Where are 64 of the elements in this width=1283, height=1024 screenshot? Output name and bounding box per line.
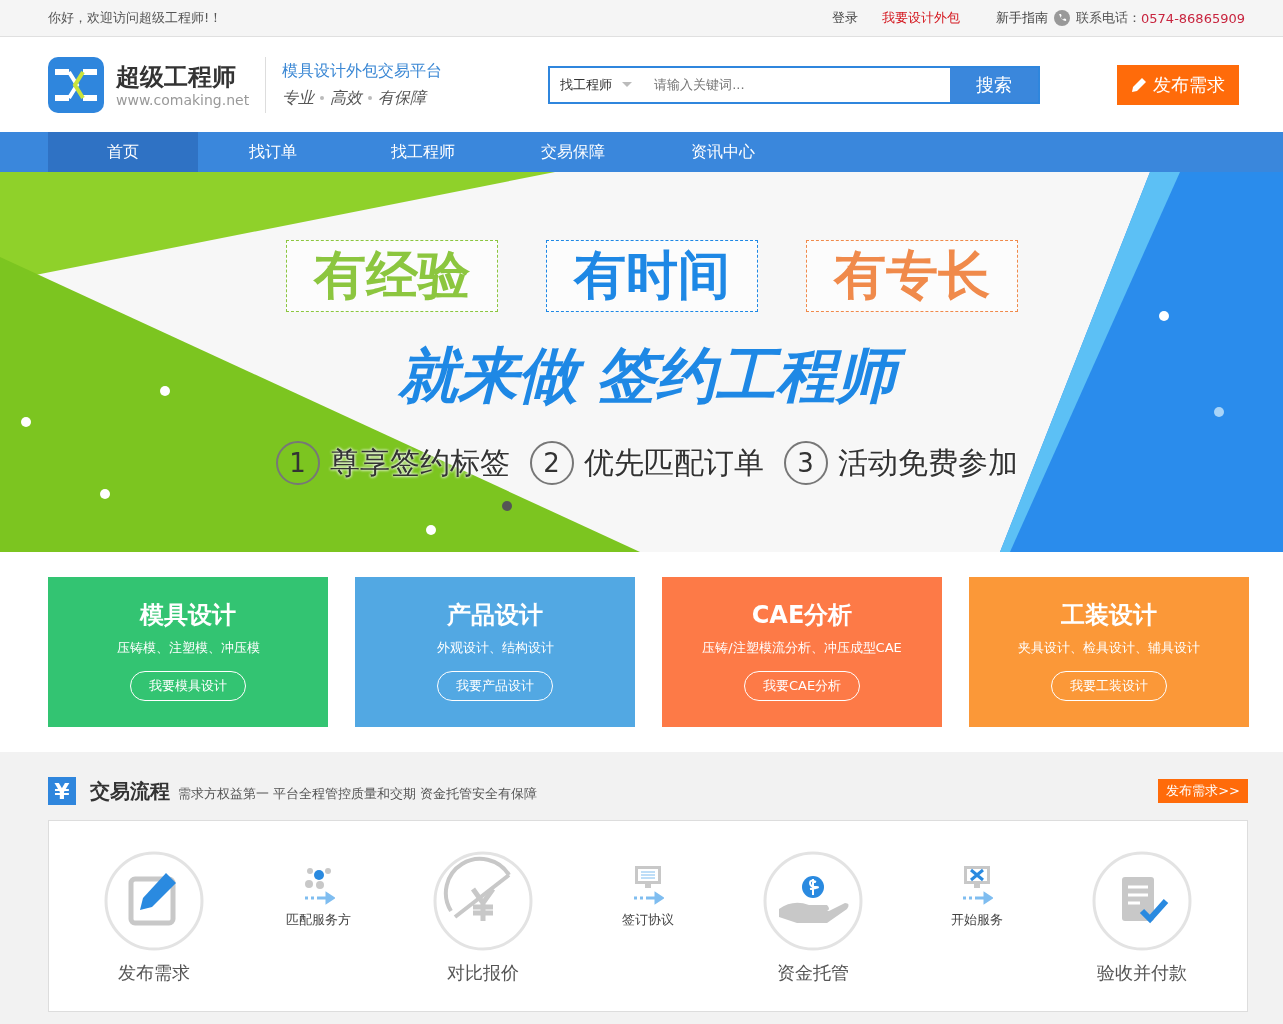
phone-icon — [1054, 10, 1071, 26]
tools-screen-arrow-icon — [961, 865, 994, 907]
dot-separator-icon — [368, 96, 373, 100]
card-subtitle: 压铸/注塑模流分析、冲压成型CAE — [702, 639, 902, 657]
welcome-text: 你好，欢迎访问超级工程师!！ — [48, 9, 223, 27]
banner-headline: 签约工程师 — [591, 332, 910, 423]
step-label: 资金托管 — [776, 961, 849, 985]
post-request-button[interactable]: 发布需求 — [1117, 64, 1240, 105]
top-link[interactable]: 新手指南 — [996, 9, 1049, 27]
hand-coin-icon — [762, 851, 863, 951]
top-link[interactable]: 我要设计外包 — [882, 9, 961, 27]
phone-number: 0574-86865909 — [1141, 10, 1245, 26]
benefit-text: 优先匹配订单 — [583, 443, 764, 482]
card-subtitle: 夹具设计、检具设计、辅具设计 — [1018, 639, 1200, 657]
card-subtitle: 压铸模、注塑模、冲压模 — [116, 639, 260, 657]
people-arrow-icon — [302, 865, 335, 907]
benefit-text: 尊享签约标签 — [329, 443, 510, 482]
step-label: 发布需求 — [118, 961, 190, 985]
slogan: 模具设计外包交易平台 — [282, 60, 443, 82]
pencil-icon — [1131, 76, 1148, 93]
banner-tag: 有专长 — [805, 240, 1018, 312]
monitor-arrow-icon — [631, 865, 664, 907]
carousel-dot[interactable] — [501, 501, 512, 511]
logo-icon — [48, 56, 104, 113]
nav-item[interactable]: 找订单 — [198, 132, 348, 172]
yen-gauge-icon — [433, 851, 534, 951]
dot-separator-icon — [320, 96, 325, 100]
step-label: 验收并付款 — [1096, 961, 1187, 985]
banner-headline: 就来做 — [393, 332, 592, 423]
nav-item[interactable]: 找工程师 — [348, 132, 498, 172]
card-title: 模具设计 — [140, 600, 236, 631]
step-label: 匹配服务方 — [286, 911, 352, 929]
section-subtitle: 需求方权益第一 平台全程管控质量和交期 资金托管安全有保障 — [178, 785, 538, 803]
benefit-number: 2 — [529, 441, 574, 485]
category-dropdown[interactable]: 找工程师 — [550, 67, 647, 102]
logo-name: 超级工程师 — [116, 61, 237, 92]
post-request-button[interactable]: 发布需求>> — [1158, 779, 1248, 803]
card-title: 产品设计 — [447, 600, 543, 631]
step-label: 对比报价 — [447, 961, 520, 985]
banner-tag: 有经验 — [285, 240, 498, 312]
card-title: 工装设计 — [1061, 600, 1157, 631]
benefit-text: 活动免费参加 — [837, 443, 1018, 482]
card-subtitle: 外观设计、结构设计 — [436, 639, 554, 657]
nav-item[interactable]: 首页 — [48, 132, 198, 172]
card-title: CAE分析 — [751, 600, 853, 631]
benefit-number: 1 — [275, 441, 320, 485]
motto-word: 高效 — [330, 87, 363, 109]
benefit-number: 3 — [783, 441, 828, 485]
nav-item[interactable]: 资讯中心 — [648, 132, 798, 172]
banner-tag: 有时间 — [545, 240, 758, 312]
yen-icon: ¥ — [48, 777, 76, 805]
top-link[interactable]: 登录 — [832, 9, 859, 27]
search-button[interactable]: 搜索 — [950, 67, 1039, 102]
nav-item[interactable]: 交易保障 — [498, 132, 648, 172]
edit-icon — [104, 851, 204, 951]
search-bar[interactable]: 找工程师 请输入关键词... 搜索 — [548, 65, 1041, 104]
phone-label: 联系电话： — [1076, 9, 1142, 27]
section-title: 交易流程 — [90, 777, 170, 805]
motto-word: 有保障 — [378, 87, 427, 109]
step-label: 签订协议 — [621, 911, 674, 929]
step-label: 开始服务 — [951, 911, 1004, 929]
logo-url: www.comaking.net — [116, 91, 250, 108]
checked-document-icon — [1091, 851, 1192, 951]
motto-word: 专业 — [282, 87, 315, 109]
